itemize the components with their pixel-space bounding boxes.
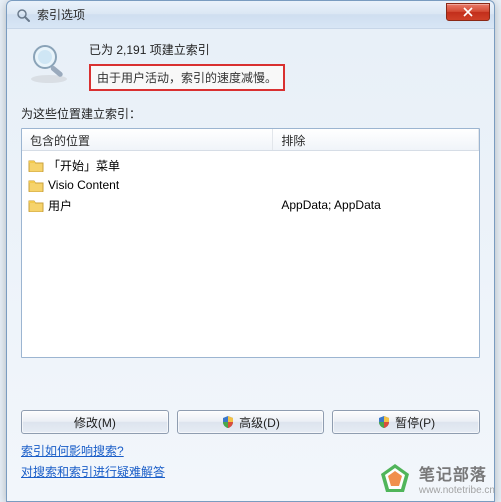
col-included[interactable]: 包含的位置 bbox=[22, 129, 273, 150]
index-count-text: 已为 2,191 项建立索引 bbox=[89, 41, 480, 58]
advanced-button[interactable]: 高级(D) bbox=[177, 410, 325, 434]
button-row: 修改(M) 高级(D) 暂停(P) bbox=[21, 410, 480, 434]
watermark-icon bbox=[377, 460, 413, 496]
button-label: 高级(D) bbox=[239, 414, 280, 431]
shield-icon bbox=[377, 415, 391, 429]
watermark-url: www.notetribe.cn bbox=[419, 485, 495, 496]
folder-icon bbox=[28, 178, 44, 192]
button-label: 暂停(P) bbox=[395, 414, 435, 431]
locations-listbox[interactable]: 包含的位置 排除 「开始」菜单 bbox=[21, 128, 480, 358]
locations-label: 为这些位置建立索引： bbox=[21, 105, 480, 122]
item-name: Visio Content bbox=[48, 178, 119, 192]
folder-icon bbox=[28, 158, 44, 172]
button-label: 修改(M) bbox=[74, 414, 116, 431]
status-area: 已为 2,191 项建立索引 由于用户活动，索引的速度减慢。 bbox=[21, 39, 480, 91]
item-name: 「开始」菜单 bbox=[48, 157, 120, 174]
list-header: 包含的位置 排除 bbox=[22, 129, 479, 151]
content-area: 已为 2,191 项建立索引 由于用户活动，索引的速度减慢。 为这些位置建立索引… bbox=[7, 29, 494, 501]
pause-button[interactable]: 暂停(P) bbox=[332, 410, 480, 434]
list-item[interactable]: Visio Content bbox=[22, 175, 479, 195]
magnifier-icon bbox=[25, 39, 73, 87]
col-excluded[interactable]: 排除 bbox=[273, 129, 479, 150]
watermark: 笔记部落 www.notetribe.cn bbox=[377, 460, 495, 496]
watermark-title: 笔记部落 bbox=[419, 461, 495, 485]
indexing-options-window: 索引选项 已为 2,191 项建立索引 由于用户活动，索引的速度减慢。 为这 bbox=[6, 0, 495, 502]
app-icon bbox=[15, 7, 31, 23]
folder-icon bbox=[28, 198, 44, 212]
index-status-text: 由于用户活动，索引的速度减慢。 bbox=[89, 64, 285, 91]
titlebar[interactable]: 索引选项 bbox=[7, 1, 494, 29]
shield-icon bbox=[221, 415, 235, 429]
item-exclude: AppData; AppData bbox=[273, 198, 479, 212]
list-item[interactable]: 用户 AppData; AppData bbox=[22, 195, 479, 215]
item-name: 用户 bbox=[48, 197, 72, 214]
modify-button[interactable]: 修改(M) bbox=[21, 410, 169, 434]
close-icon bbox=[463, 7, 473, 17]
close-button[interactable] bbox=[446, 3, 490, 21]
list-item[interactable]: 「开始」菜单 bbox=[22, 155, 479, 175]
help-link-how-affect[interactable]: 索引如何影响搜索? bbox=[21, 442, 124, 459]
window-title: 索引选项 bbox=[37, 6, 446, 23]
help-link-troubleshoot[interactable]: 对搜索和索引进行疑难解答 bbox=[21, 463, 165, 480]
